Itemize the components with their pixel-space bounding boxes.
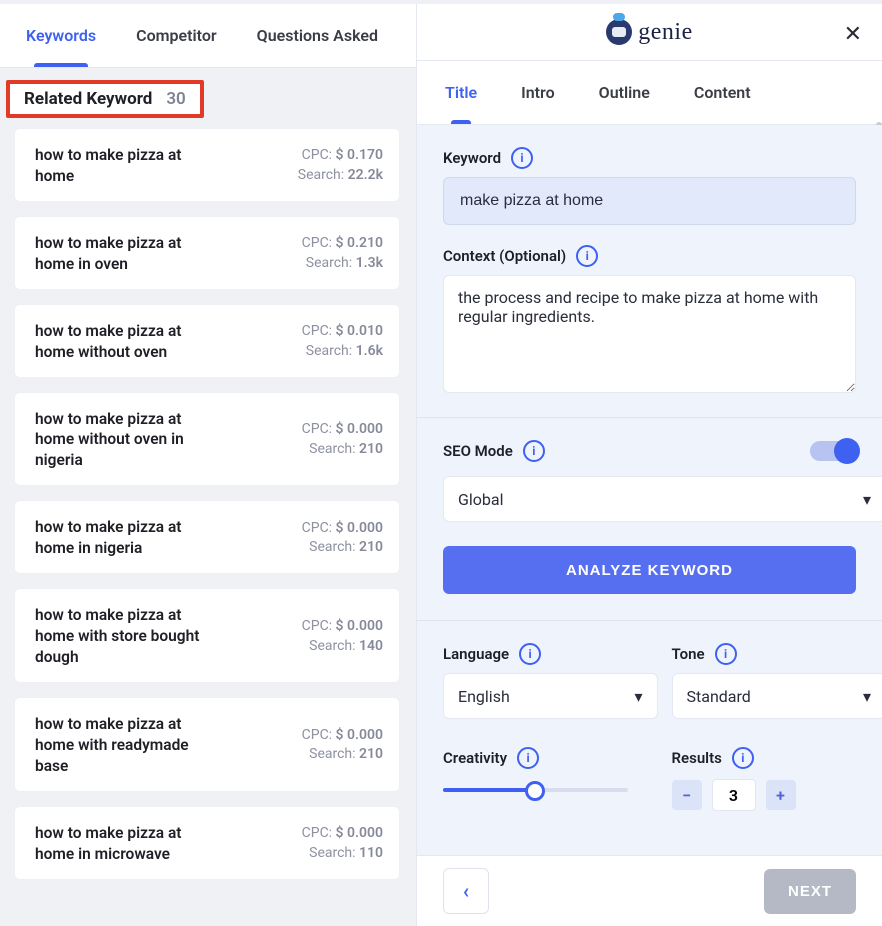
- region-select-value: Global: [458, 490, 504, 509]
- tone-select[interactable]: Standard ▾: [672, 673, 882, 719]
- brand-logo-icon: [606, 19, 632, 45]
- creativity-slider[interactable]: [443, 781, 628, 799]
- keyword-meta: CPC: $ 0.000Search: 210: [302, 519, 383, 558]
- keyword-label: Keyword: [443, 149, 501, 167]
- left-tabs: Keywords Competitor Questions Asked: [0, 4, 416, 68]
- seo-mode-toggle[interactable]: [810, 441, 856, 461]
- keyword-meta: CPC: $ 0.170Search: 22.2k: [298, 146, 383, 185]
- keyword-text: how to make pizza at home without oven i…: [35, 409, 220, 472]
- keyword-meta: CPC: $ 0.010Search: 1.6k: [302, 322, 383, 361]
- keyword-input[interactable]: [443, 177, 856, 225]
- tone-label: Tone: [672, 645, 705, 663]
- region-select[interactable]: Global ▾: [443, 476, 882, 522]
- tab-title[interactable]: Title: [445, 61, 477, 124]
- keyword-text: how to make pizza at home with readymade…: [35, 714, 220, 777]
- context-textarea[interactable]: [443, 275, 856, 393]
- close-icon[interactable]: ✕: [844, 22, 862, 47]
- keyword-meta: CPC: $ 0.210Search: 1.3k: [302, 234, 383, 273]
- keyword-card[interactable]: how to make pizza at home in nigeria CPC:…: [14, 500, 400, 574]
- creativity-label: Creativity: [443, 749, 507, 767]
- brand-name: genie: [638, 19, 692, 46]
- chevron-down-icon: ▾: [863, 687, 871, 706]
- results-decrement-button[interactable]: −: [672, 780, 702, 810]
- keyword-card[interactable]: how to make pizza at home with store bou…: [14, 588, 400, 683]
- right-tabs: Title Intro Outline Content: [417, 61, 882, 125]
- related-keyword-count: 30: [166, 89, 185, 109]
- keyword-meta: CPC: $ 0.000Search: 210: [302, 420, 383, 459]
- keyword-meta: CPC: $ 0.000Search: 140: [302, 617, 383, 656]
- results-value[interactable]: 3: [712, 779, 756, 811]
- info-icon[interactable]: i: [519, 643, 541, 665]
- tab-keywords[interactable]: Keywords: [26, 26, 96, 67]
- keyword-list: how to make pizza at home CPC: $ 0.170Sea…: [0, 124, 416, 896]
- chevron-down-icon: ▾: [863, 490, 871, 509]
- brand-bar: genie ✕: [417, 4, 882, 61]
- keyword-card[interactable]: how to make pizza at home with readymade…: [14, 697, 400, 792]
- context-label: Context (Optional): [443, 247, 566, 265]
- info-icon[interactable]: i: [732, 747, 754, 769]
- language-select[interactable]: English ▾: [443, 673, 658, 719]
- related-keyword-header: Related Keyword 30: [6, 80, 204, 118]
- keyword-meta: CPC: $ 0.000Search: 110: [302, 824, 383, 863]
- keyword-text: how to make pizza at home in nigeria: [35, 517, 220, 559]
- seo-mode-label: SEO Mode: [443, 442, 513, 460]
- results-increment-button[interactable]: +: [766, 780, 796, 810]
- chevron-down-icon: ▾: [634, 687, 642, 706]
- keyword-card[interactable]: how to make pizza at home without oven CP…: [14, 304, 400, 378]
- results-label: Results: [672, 749, 722, 767]
- keyword-text: how to make pizza at home: [35, 145, 220, 187]
- tab-content[interactable]: Content: [694, 61, 751, 124]
- related-keyword-title: Related Keyword: [24, 89, 152, 109]
- keyword-card[interactable]: how to make pizza at home in oven CPC: $ …: [14, 216, 400, 290]
- keyword-text: how to make pizza at home without oven: [35, 321, 220, 363]
- tab-intro[interactable]: Intro: [521, 61, 555, 124]
- tab-questions-asked[interactable]: Questions Asked: [257, 26, 378, 67]
- info-icon[interactable]: i: [576, 245, 598, 267]
- keyword-text: how to make pizza at home with store bou…: [35, 605, 220, 668]
- keyword-text: how to make pizza at home in oven: [35, 233, 220, 275]
- info-icon[interactable]: i: [715, 643, 737, 665]
- tab-competitor[interactable]: Competitor: [136, 26, 217, 67]
- language-select-value: English: [458, 687, 510, 706]
- analyze-keyword-button[interactable]: ANALYZE KEYWORD: [443, 546, 856, 594]
- next-button[interactable]: NEXT: [764, 869, 856, 914]
- keyword-card[interactable]: how to make pizza at home CPC: $ 0.170Sea…: [14, 128, 400, 202]
- keyword-meta: CPC: $ 0.000Search: 210: [302, 726, 383, 765]
- tab-outline[interactable]: Outline: [599, 61, 650, 124]
- language-label: Language: [443, 645, 509, 663]
- info-icon[interactable]: i: [511, 147, 533, 169]
- keyword-card[interactable]: how to make pizza at home without oven i…: [14, 392, 400, 487]
- back-button[interactable]: ‹: [443, 868, 489, 914]
- tone-select-value: Standard: [687, 687, 751, 706]
- info-icon[interactable]: i: [523, 440, 545, 462]
- keyword-card[interactable]: how to make pizza at home in microwave CP…: [14, 806, 400, 880]
- info-icon[interactable]: i: [517, 747, 539, 769]
- keyword-text: how to make pizza at home in microwave: [35, 823, 220, 865]
